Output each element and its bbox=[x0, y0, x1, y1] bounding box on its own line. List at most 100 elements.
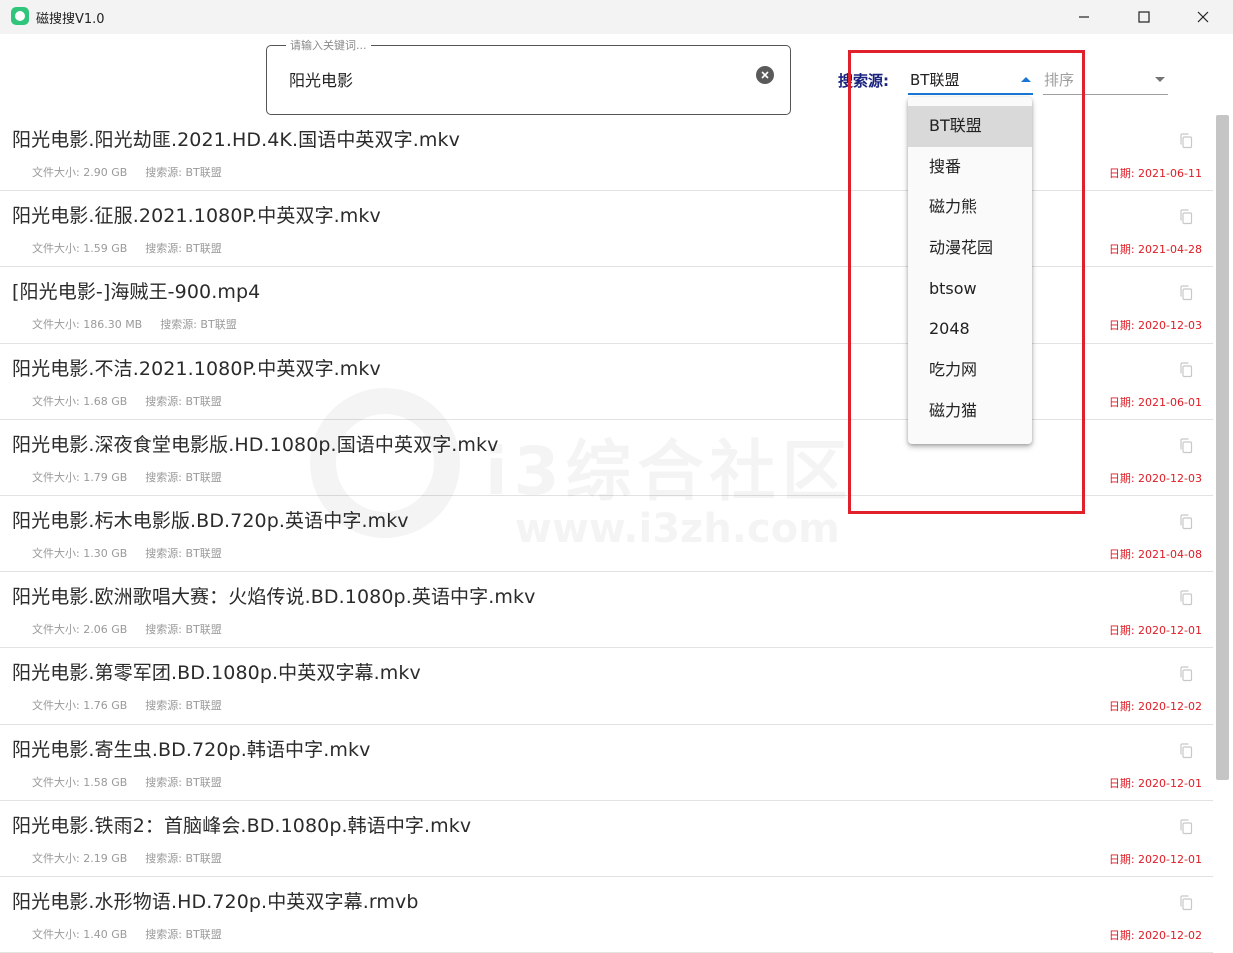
result-title[interactable]: 阳光电影.寄生虫.BD.720p.韩语中字.mkv bbox=[12, 735, 370, 762]
result-source: 搜索源: BT联盟 bbox=[145, 623, 222, 637]
result-date: 日期: 2020-12-02 bbox=[1108, 700, 1202, 714]
scrollbar-thumb[interactable] bbox=[1216, 115, 1229, 780]
result-meta: 文件大小: 2.06 GB 搜索源: BT联盟 bbox=[32, 621, 222, 637]
result-meta: 文件大小: 1.58 GB 搜索源: BT联盟 bbox=[32, 774, 222, 790]
result-date: 日期: 2020-12-03 bbox=[1108, 319, 1202, 333]
source-selected-value: BT联盟 bbox=[910, 71, 960, 89]
result-source: 搜索源: BT联盟 bbox=[145, 470, 222, 484]
copy-icon[interactable] bbox=[1179, 819, 1193, 835]
copy-icon[interactable] bbox=[1179, 590, 1193, 606]
minimize-icon bbox=[1079, 16, 1089, 18]
source-option[interactable]: 吃力网 bbox=[908, 350, 1032, 391]
source-select[interactable]: BT联盟 bbox=[908, 62, 1033, 95]
result-size: 文件大小: 2.19 GB bbox=[32, 851, 128, 865]
result-row[interactable]: 阳光电影.欧洲歌唱大赛：火焰传说.BD.1080p.英语中字.mkv 文件大小: … bbox=[0, 572, 1213, 649]
copy-icon[interactable] bbox=[1179, 438, 1193, 454]
result-meta: 文件大小: 186.30 MB 搜索源: BT联盟 bbox=[32, 316, 237, 332]
sort-select[interactable]: 排序 bbox=[1043, 62, 1168, 95]
source-label: 搜索源: bbox=[838, 72, 889, 90]
result-title[interactable]: 阳光电影.阳光劫匪.2021.HD.4K.国语中英双字.mkv bbox=[12, 125, 460, 152]
close-button[interactable] bbox=[1180, 0, 1226, 34]
result-date: 日期: 2021-04-28 bbox=[1108, 243, 1202, 257]
result-meta: 文件大小: 1.79 GB 搜索源: BT联盟 bbox=[32, 469, 222, 485]
result-source: 搜索源: BT联盟 bbox=[145, 851, 222, 865]
result-meta: 文件大小: 2.90 GB 搜索源: BT联盟 bbox=[32, 164, 222, 180]
result-size: 文件大小: 1.40 GB bbox=[32, 927, 128, 941]
result-title[interactable]: 阳光电影.杇木电影版.BD.720p.英语中字.mkv bbox=[12, 506, 409, 533]
result-date: 日期: 2021-06-01 bbox=[1108, 395, 1202, 409]
result-size: 文件大小: 1.76 GB bbox=[32, 699, 128, 713]
result-title[interactable]: 阳光电影.不洁.2021.1080P.中英双字.mkv bbox=[12, 354, 381, 381]
copy-icon[interactable] bbox=[1179, 209, 1193, 225]
result-row[interactable]: 阳光电影.寄生虫.BD.720p.韩语中字.mkv 文件大小: 1.58 GB 搜索… bbox=[0, 725, 1213, 801]
sort-placeholder: 排序 bbox=[1044, 71, 1075, 89]
result-date: 日期: 2021-06-11 bbox=[1108, 167, 1202, 180]
result-title[interactable]: 阳光电影.深夜食堂电影版.HD.1080p.国语中英双字.mkv bbox=[12, 430, 499, 457]
result-source: 搜索源: BT联盟 bbox=[145, 546, 222, 560]
copy-icon[interactable] bbox=[1179, 742, 1193, 759]
result-source: 搜索源: BT联盟 bbox=[160, 318, 237, 332]
maximize-button[interactable] bbox=[1121, 0, 1167, 34]
source-option[interactable]: 2048 bbox=[908, 309, 1032, 350]
copy-icon[interactable] bbox=[1179, 514, 1193, 530]
copy-icon[interactable] bbox=[1179, 285, 1193, 301]
result-size: 文件大小: 1.58 GB bbox=[32, 775, 128, 789]
result-meta: 文件大小: 1.30 GB 搜索源: BT联盟 bbox=[32, 545, 222, 561]
source-dropdown-menu: BT联盟 搜番 磁力熊 动漫花园 btsow 2048 吃力网 磁力猫 bbox=[908, 97, 1032, 444]
maximize-icon bbox=[1138, 11, 1150, 23]
result-source: 搜索源: BT联盟 bbox=[145, 775, 222, 789]
result-date: 日期: 2020-12-03 bbox=[1108, 471, 1202, 485]
result-title[interactable]: 阳光电影.欧洲歌唱大赛：火焰传说.BD.1080p.英语中字.mkv bbox=[12, 582, 535, 609]
result-date: 日期: 2020-12-01 bbox=[1108, 852, 1202, 866]
caret-down-icon bbox=[1155, 77, 1165, 82]
clear-icon[interactable] bbox=[756, 66, 774, 84]
result-source: 搜索源: BT联盟 bbox=[145, 166, 222, 179]
copy-icon[interactable] bbox=[1179, 361, 1193, 378]
result-source: 搜索源: BT联盟 bbox=[145, 699, 222, 713]
result-source: 搜索源: BT联盟 bbox=[145, 242, 222, 256]
result-title[interactable]: 阳光电影.水形物语.HD.720p.中英双字幕.rmvb bbox=[12, 887, 419, 914]
result-size: 文件大小: 1.68 GB bbox=[32, 394, 128, 408]
result-size: 文件大小: 1.59 GB bbox=[32, 242, 128, 256]
search-input[interactable]: 阳光电影 bbox=[289, 67, 353, 91]
result-meta: 文件大小: 2.19 GB 搜索源: BT联盟 bbox=[32, 850, 222, 866]
source-option[interactable]: btsow bbox=[908, 269, 1032, 310]
source-option[interactable]: 磁力猫 bbox=[908, 391, 1032, 432]
result-date: 日期: 2020-12-01 bbox=[1108, 624, 1202, 638]
window-title: 磁搜搜V1.0 bbox=[36, 12, 105, 27]
minimize-button[interactable] bbox=[1061, 0, 1107, 34]
result-meta: 文件大小: 1.59 GB 搜索源: BT联盟 bbox=[32, 240, 222, 256]
result-row[interactable]: 阳光电影.杇木电影版.BD.720p.英语中字.mkv 文件大小: 1.30 GB… bbox=[0, 496, 1213, 573]
search-field[interactable]: 请输入关键词... 阳光电影 bbox=[266, 39, 791, 115]
title-bar: 磁搜搜V1.0 bbox=[0, 0, 1233, 34]
result-size: 文件大小: 186.30 MB bbox=[32, 318, 143, 332]
source-option[interactable]: 动漫花园 bbox=[908, 228, 1032, 269]
result-size: 文件大小: 1.79 GB bbox=[32, 470, 128, 484]
copy-icon[interactable] bbox=[1179, 133, 1193, 149]
result-row[interactable]: 阳光电影.第零军团.BD.1080p.中英双字幕.mkv 文件大小: 1.76 G… bbox=[0, 648, 1213, 725]
result-title[interactable]: 阳光电影.铁雨2：首脑峰会.BD.1080p.韩语中字.mkv bbox=[12, 811, 471, 838]
result-title[interactable]: [阳光电影-]海贼王-900.mp4 bbox=[12, 277, 260, 304]
source-option[interactable]: 磁力熊 bbox=[908, 187, 1032, 228]
copy-icon[interactable] bbox=[1179, 895, 1193, 911]
result-meta: 文件大小: 1.76 GB 搜索源: BT联盟 bbox=[32, 697, 222, 713]
source-option[interactable]: BT联盟 bbox=[908, 106, 1032, 147]
result-date: 日期: 2020-12-01 bbox=[1108, 776, 1202, 790]
result-source: 搜索源: BT联盟 bbox=[145, 927, 222, 941]
result-meta: 文件大小: 1.40 GB 搜索源: BT联盟 bbox=[32, 926, 222, 942]
result-size: 文件大小: 1.30 GB bbox=[32, 546, 128, 560]
result-meta: 文件大小: 1.68 GB 搜索源: BT联盟 bbox=[32, 393, 222, 409]
result-size: 文件大小: 2.90 GB bbox=[32, 166, 128, 179]
result-date: 日期: 2021-04-08 bbox=[1108, 547, 1202, 561]
app-logo-icon bbox=[11, 7, 29, 25]
result-size: 文件大小: 2.06 GB bbox=[32, 623, 128, 637]
result-title[interactable]: 阳光电影.第零军团.BD.1080p.中英双字幕.mkv bbox=[12, 658, 421, 685]
source-option[interactable]: 搜番 bbox=[908, 147, 1032, 188]
result-title[interactable]: 阳光电影.征服.2021.1080P.中英双字.mkv bbox=[12, 201, 381, 228]
search-placeholder: 请输入关键词... bbox=[286, 39, 371, 52]
result-row[interactable]: 阳光电影.铁雨2：首脑峰会.BD.1080p.韩语中字.mkv 文件大小: 2.1… bbox=[0, 801, 1213, 877]
result-source: 搜索源: BT联盟 bbox=[145, 394, 222, 408]
copy-icon[interactable] bbox=[1179, 666, 1193, 682]
caret-up-icon bbox=[1021, 77, 1031, 82]
result-row[interactable]: 阳光电影.水形物语.HD.720p.中英双字幕.rmvb 文件大小: 1.40 G… bbox=[0, 877, 1213, 953]
